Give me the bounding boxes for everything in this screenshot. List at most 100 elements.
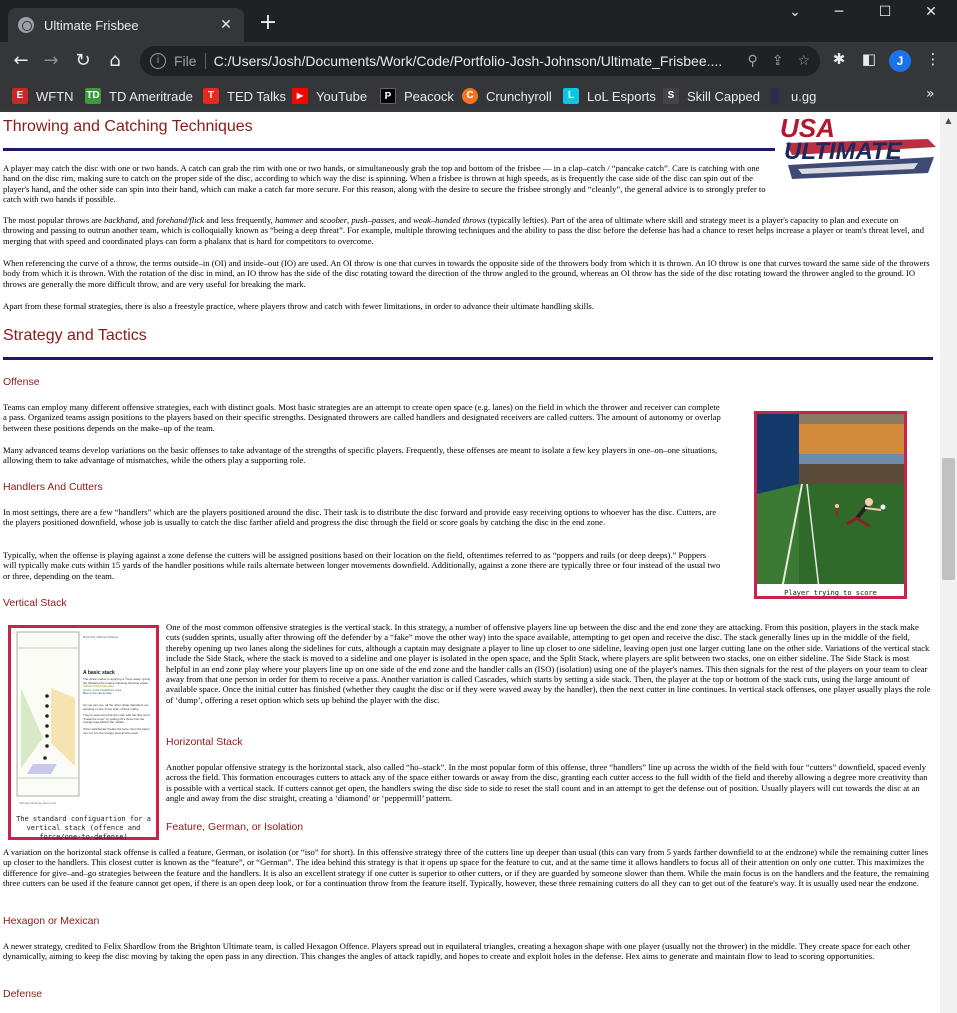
td-icon: TD — [85, 88, 101, 104]
paragraph: Another popular offensive strategy is th… — [166, 762, 928, 804]
paragraph: The most popular throws are backhand, an… — [3, 215, 930, 246]
diagram-heading: A basic stack — [83, 670, 115, 676]
diagram-footer: Ultimate Strategy Resources — [19, 801, 57, 805]
url-scheme: File — [174, 53, 197, 69]
diagram-note: They're assuming that the mark with the … — [83, 713, 151, 725]
paragraph: A variation on the horizontal stack offe… — [3, 847, 930, 889]
text: , and — [394, 215, 414, 225]
profile-avatar[interactable]: J — [889, 50, 911, 72]
ugg-icon — [771, 88, 779, 104]
heading-vertical-stack: Vertical Stack — [3, 597, 67, 609]
tab-title: Ultimate Frisbee — [44, 17, 139, 33]
term: forehand/flick — [156, 215, 205, 225]
term: push–passes — [351, 215, 395, 225]
menu-icon[interactable]: ⋮ — [922, 50, 944, 72]
bookmarks-bar: E WFTN TD TD Ameritrade T TED Talks ▶ YouTub… — [0, 80, 957, 112]
tab-ultimate-frisbee[interactable]: Ultimate Frisbee ✕ — [8, 8, 244, 42]
skill-capped-icon: S — [663, 88, 679, 104]
term: scoober — [319, 215, 348, 225]
bookmark-label: Peacock — [404, 88, 454, 104]
page-content: Throwing and Catching Techniques USA ULT… — [0, 112, 940, 1013]
youtube-icon: ▶ — [292, 88, 308, 104]
bookmark-td-ameritrade[interactable]: TD TD Ameritrade — [85, 86, 193, 106]
bookmark-label: WFTN — [36, 88, 74, 104]
paragraph: A newer strategy, credited to Felix Shar… — [3, 941, 911, 962]
star-icon[interactable]: ☆ — [797, 53, 810, 69]
forward-button[interactable]: → — [38, 48, 64, 74]
bookmark-label: u.gg — [791, 88, 817, 104]
tab-search-icon[interactable]: ⌄ — [772, 0, 818, 32]
crunchyroll-icon: C — [462, 88, 478, 104]
figure-diagram: Mark Disc Offense Defense A basic stack … — [8, 625, 159, 841]
share-icon[interactable]: ⇪ — [772, 53, 784, 69]
bookmark-skill-capped[interactable]: S Skill Capped — [663, 86, 760, 106]
bookmark-label: YouTube — [316, 88, 368, 104]
address-bar[interactable]: i File C:/Users/Josh/Documents/Work/Code… — [140, 46, 820, 76]
text: The most popular throws are — [3, 215, 104, 225]
extensions-icon[interactable]: ✱ — [828, 50, 850, 72]
bookmark-crunchyroll[interactable]: C Crunchyroll — [462, 86, 552, 106]
usa-ultimate-logo: USA ULTIMATE — [780, 113, 936, 179]
maximize-button[interactable]: ☐ — [862, 0, 908, 32]
heading-defense: Defense — [3, 988, 43, 1000]
bookmark-wftn[interactable]: E WFTN — [12, 86, 74, 106]
peacock-icon: P — [380, 88, 396, 104]
heading-handlers-cutters: Handlers And Cutters — [3, 481, 103, 493]
heading-throwing: Throwing and Catching Techniques — [3, 118, 253, 135]
bookmark-label: TD Ameritrade — [109, 88, 193, 104]
figure-photo: Player trying to score — [754, 411, 907, 599]
bookmark-label: Crunchyroll — [486, 88, 552, 104]
info-icon[interactable]: i — [150, 53, 166, 69]
home-button[interactable]: ⌂ — [102, 48, 128, 74]
paragraph: Typically, when the offense is playing a… — [3, 550, 721, 581]
toolbar: ← → ↻ ⌂ i File C:/Users/Josh/Documents/W… — [0, 42, 957, 80]
globe-icon — [18, 17, 34, 33]
close-window-button[interactable]: ✕ — [908, 0, 954, 32]
side-panel-icon[interactable]: ◧ — [858, 50, 880, 72]
bookmark-label: TED Talks — [227, 88, 286, 104]
bookmark-ugg[interactable]: u.gg — [771, 86, 816, 106]
heading-rule — [3, 148, 775, 151]
term: weak–handed throws — [413, 215, 486, 225]
heading-strategy: Strategy and Tactics — [3, 327, 147, 344]
close-icon[interactable]: ✕ — [218, 17, 234, 33]
minimize-button[interactable]: ─ — [816, 0, 862, 32]
reload-button[interactable]: ↻ — [70, 48, 96, 74]
bookmark-youtube[interactable]: ▶ YouTube — [292, 86, 367, 106]
vertical-stack-diagram: Mark Disc Offense Defense A basic stack … — [11, 628, 156, 810]
diagram-legend: Blue is the dump side — [83, 691, 112, 696]
diagram-key: Mark Disc Offense Defense — [83, 635, 118, 639]
paragraph: Teams can employ many different offensiv… — [3, 402, 721, 433]
new-tab-button[interactable]: + — [256, 12, 280, 36]
tab-strip: Ultimate Frisbee ✕ + ⌄ ─ ☐ ✕ — [0, 0, 957, 42]
heading-rule — [3, 357, 933, 360]
player-photo — [757, 414, 904, 590]
bookmark-label: Skill Capped — [687, 88, 760, 104]
diagram-caption: The standard configuartion for a vertica… — [16, 815, 151, 841]
photo-caption: Player trying to score — [784, 589, 877, 597]
scroll-thumb[interactable] — [942, 458, 955, 580]
bookmark-peacock[interactable]: P Peacock — [380, 86, 454, 106]
diagram-note: If the mark/fender breaks the force, the… — [83, 726, 150, 735]
term: hammer — [274, 215, 304, 225]
heading-offense: Offense — [3, 376, 40, 388]
more-bookmarks-icon[interactable]: » — [926, 86, 935, 102]
heading-feature: Feature, German, or Isolation — [166, 821, 304, 833]
diagram-note: As you can see, all the other pirate def… — [83, 702, 149, 711]
paragraph: One of the most common offensive strateg… — [166, 622, 931, 705]
zoom-icon[interactable]: ⚲ — [747, 53, 757, 69]
paragraph: Apart from these formal strategies, ther… — [3, 301, 594, 311]
bookmark-lol-esports[interactable]: L LoL Esports — [563, 86, 656, 106]
paragraph: A player may catch the disc with one or … — [3, 163, 766, 205]
bookmark-ted-talks[interactable]: T TED Talks — [203, 86, 286, 106]
ted-icon: T — [203, 88, 219, 104]
scrollbar[interactable]: ▲ — [940, 112, 957, 1013]
heading-hexagon: Hexagon or Mexican — [3, 915, 100, 927]
paragraph: Many advanced teams develop variations o… — [3, 445, 718, 466]
scroll-up-arrow[interactable]: ▲ — [940, 112, 957, 129]
heading-horizontal-stack: Horizontal Stack — [166, 736, 243, 748]
browser-chrome: Ultimate Frisbee ✕ + ⌄ ─ ☐ ✕ ← → ↻ ⌂ i F… — [0, 0, 957, 112]
back-button[interactable]: ← — [8, 48, 34, 74]
text: , and — [137, 215, 157, 225]
url-text[interactable]: C:/Users/Josh/Documents/Work/Code/Portfo… — [214, 53, 734, 69]
